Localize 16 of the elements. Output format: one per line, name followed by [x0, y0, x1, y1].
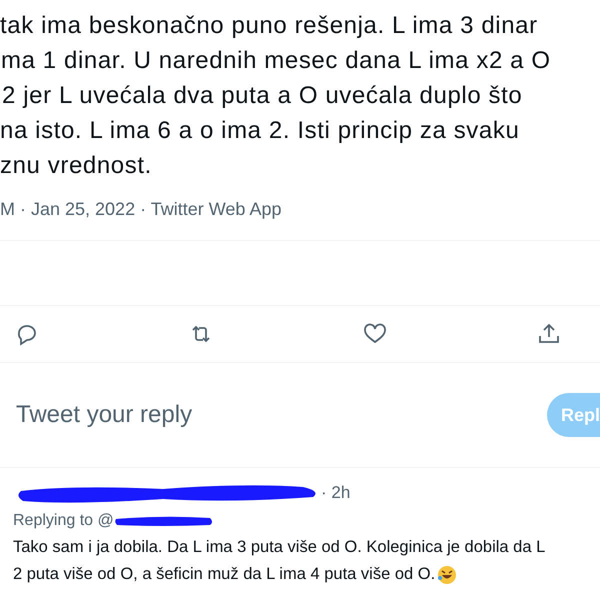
tweet-text-line: 2 jer L uvećala dva puta a O uvećala duplo što — [1, 81, 522, 111]
share-icon[interactable] — [537, 322, 561, 346]
tweet-text-line: ma 1 dinar. U narednih mesec dana L ima x2 a O — [0, 46, 551, 76]
reply-text-line: Tako sam i ja dobila. Da L ima 3 puta više od O. Koleginica je dobila da L — [13, 537, 546, 558]
reply-text-line: 2 puta više od O, a šeficin muž da L ima 4 puta više od O. — [13, 564, 436, 585]
laughing-emoji-icon — [437, 564, 458, 584]
replying-to-label: Replying to @ — [13, 512, 114, 530]
reply-time: · 2h — [321, 483, 350, 503]
heart-icon[interactable] — [363, 322, 387, 346]
tweet-timestamp: M · Jan 25, 2022 · Twitter Web App — [0, 199, 282, 220]
reply-field[interactable]: Tweet your reply — [0, 400, 318, 430]
speech-bubble-icon[interactable] — [15, 322, 39, 346]
tweet-text-line: znu vrednost. — [0, 151, 152, 181]
tweet-text-line: tak ima beskonačno puno rešenja. L ima 3 dinar — [0, 11, 538, 41]
reply-button[interactable]: Repl — [546, 393, 600, 437]
tweet-text-line: na isto. L ima 6 a o ima 2. Isti princip za svaku — [0, 116, 520, 146]
